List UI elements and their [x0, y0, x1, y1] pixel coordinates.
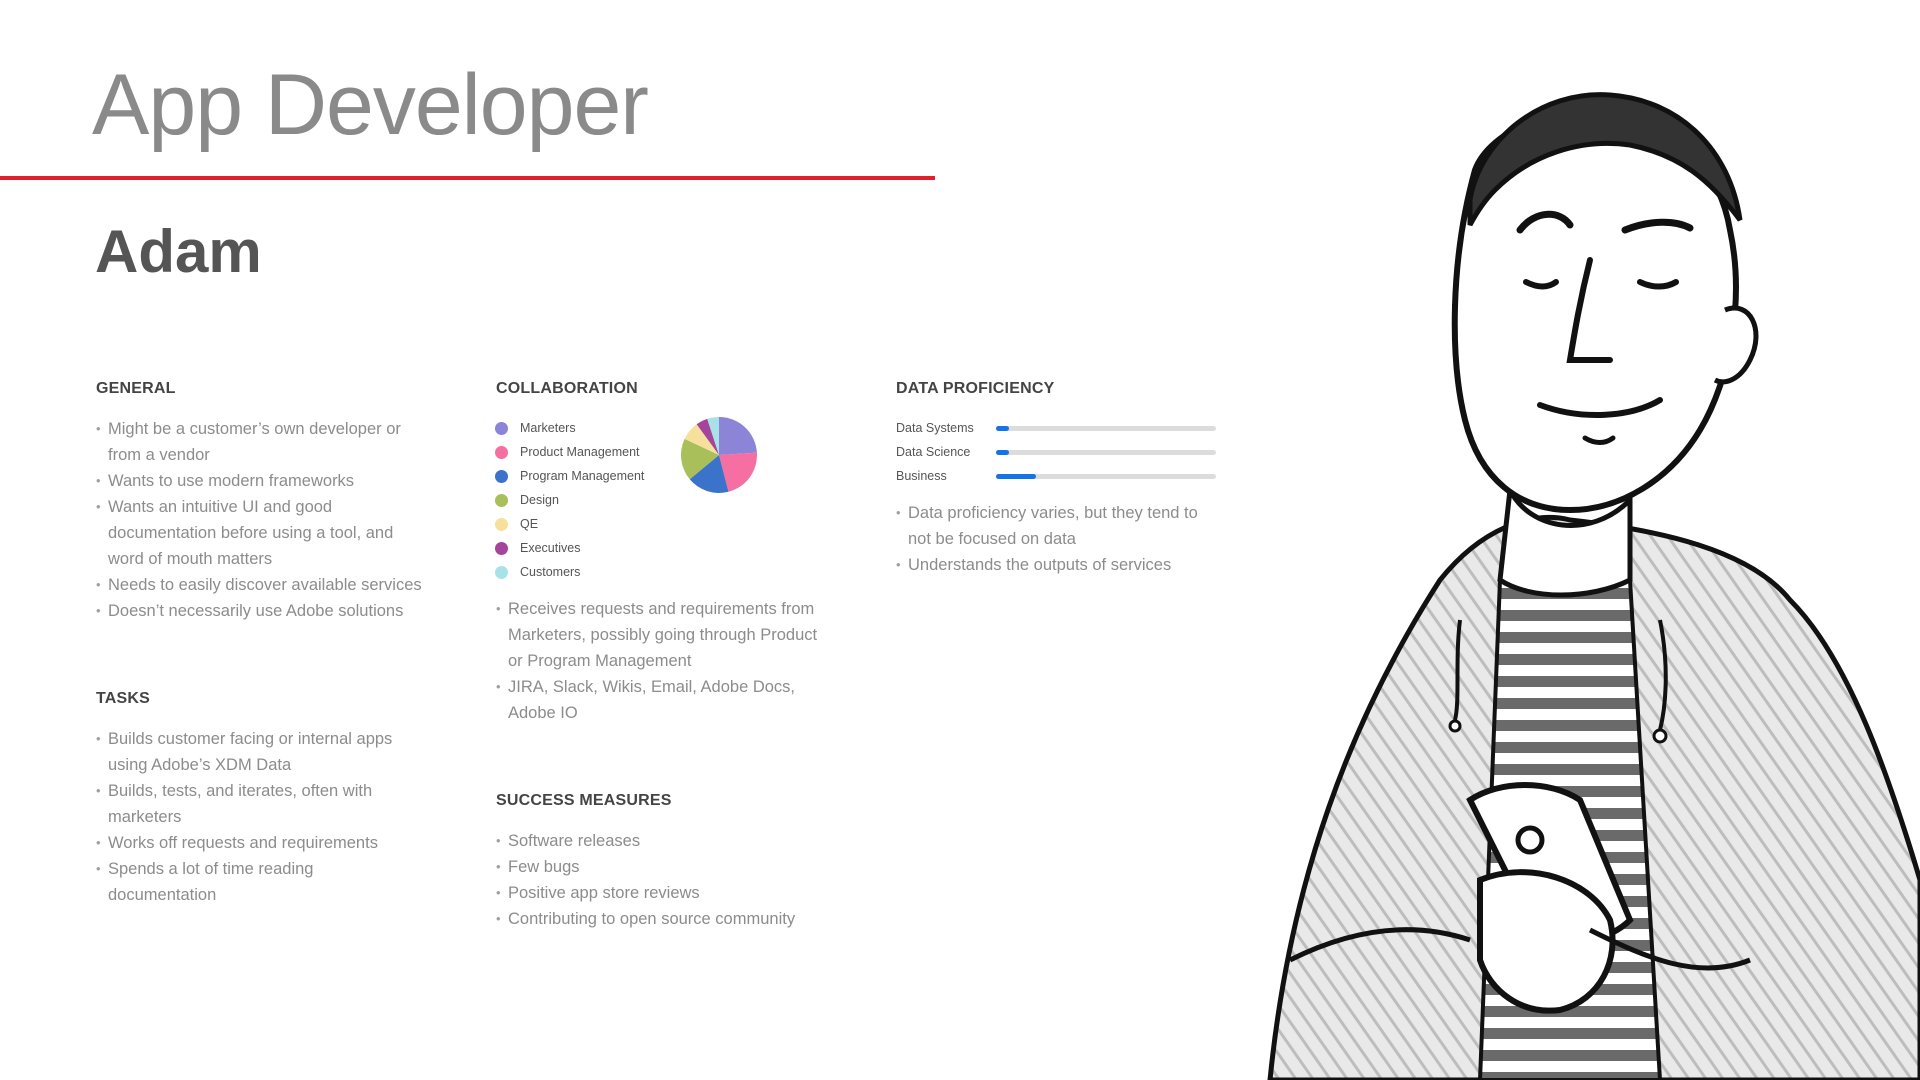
legend-dot: [495, 565, 508, 579]
legend-item-design: Design: [495, 488, 644, 512]
proficiency-fill: [996, 425, 1010, 431]
tasks-list: Builds customer facing or internal apps …: [96, 726, 406, 908]
list-item: Might be a customer’s own developer or f…: [96, 416, 426, 468]
persona-name: Adam: [95, 218, 262, 285]
legend-item-executives: Executives: [495, 536, 644, 560]
collaboration-heading: COLLABORATION: [496, 380, 638, 397]
list-item: Works off requests and requirements: [96, 830, 406, 856]
list-item: JIRA, Slack, Wikis, Email, Adobe Docs, A…: [496, 674, 826, 726]
persona-sketch-illustration-icon: [1267, 92, 1920, 1080]
legend-item-marketers: Marketers: [495, 416, 644, 440]
proficiency-row-data-systems: Data Systems: [896, 416, 1216, 440]
success-measures-heading: SUCCESS MEASURES: [496, 792, 672, 809]
legend-label: QE: [520, 517, 539, 531]
legend-label: Design: [520, 493, 559, 507]
proficiency-track: [996, 425, 1216, 431]
legend-label: Executives: [520, 541, 581, 555]
legend-item-program-management: Program Management: [495, 464, 644, 488]
title-underline: [0, 176, 935, 180]
legend-dot: [495, 541, 508, 555]
list-item: Needs to easily discover available servi…: [96, 572, 426, 598]
proficiency-track: [996, 473, 1216, 479]
proficiency-label: Business: [896, 469, 947, 483]
general-heading: GENERAL: [96, 380, 176, 397]
list-item: Receives requests and requirements from …: [496, 596, 826, 674]
data-proficiency-list: Data proficiency varies, but they tend t…: [896, 500, 1216, 578]
list-item: Doesn’t necessarily use Adobe solutions: [96, 598, 426, 624]
list-item: Data proficiency varies, but they tend t…: [896, 500, 1216, 552]
list-item: Builds, tests, and iterates, often with …: [96, 778, 406, 830]
tasks-heading: TASKS: [96, 690, 151, 707]
list-item: Contributing to open source community: [496, 906, 826, 932]
proficiency-bars: Data Systems Data Science Business: [896, 416, 1216, 488]
list-item: Understands the outputs of services: [896, 552, 1216, 578]
list-item: Builds customer facing or internal apps …: [96, 726, 406, 778]
proficiency-row-business: Business: [896, 464, 1216, 488]
proficiency-fill: [996, 473, 1036, 479]
legend-label: Marketers: [520, 421, 576, 435]
legend-item-customers: Customers: [495, 560, 644, 584]
data-proficiency-heading: DATA PROFICIENCY: [896, 380, 1055, 397]
general-list: Might be a customer’s own developer or f…: [96, 416, 426, 624]
pie-slice-marketers: [719, 417, 757, 455]
proficiency-row-data-science: Data Science: [896, 440, 1216, 464]
proficiency-label: Data Science: [896, 445, 971, 459]
legend-dot: [495, 493, 508, 507]
list-item: Wants an intuitive UI and good documenta…: [96, 494, 426, 572]
proficiency-label: Data Systems: [896, 421, 974, 435]
list-item: Wants to use modern frameworks: [96, 468, 426, 494]
list-item: Software releases: [496, 828, 826, 854]
list-item: Spends a lot of time reading documentati…: [96, 856, 406, 908]
collaboration-pie-chart: [681, 417, 757, 493]
legend-dot: [495, 445, 508, 459]
list-item: Positive app store reviews: [496, 880, 826, 906]
legend-dot: [495, 469, 508, 483]
collaboration-list: Receives requests and requirements from …: [496, 596, 826, 726]
success-measures-list: Software releases Few bugs Positive app …: [496, 828, 826, 932]
proficiency-fill: [996, 449, 1010, 455]
legend-dot: [495, 421, 508, 435]
legend-item-product-management: Product Management: [495, 440, 644, 464]
collaboration-legend: Marketers Product Management Program Man…: [495, 416, 644, 584]
list-item: Few bugs: [496, 854, 826, 880]
legend-item-qe: QE: [495, 512, 644, 536]
proficiency-track: [996, 449, 1216, 455]
legend-label: Program Management: [520, 469, 645, 483]
legend-label: Customers: [520, 565, 581, 579]
legend-label: Product Management: [520, 445, 640, 459]
legend-dot: [495, 517, 508, 531]
role-title: App Developer: [92, 57, 649, 153]
